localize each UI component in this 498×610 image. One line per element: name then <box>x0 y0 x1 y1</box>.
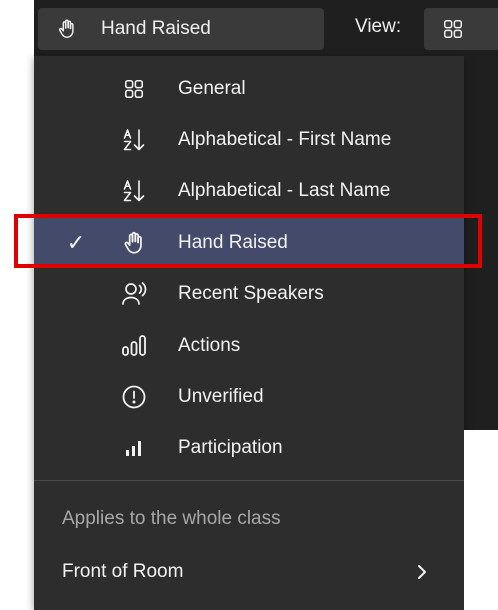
menu-item-unverified[interactable]: Unverified <box>34 372 464 422</box>
menu-item-hand-raised[interactable]: ✓ Hand Raised <box>34 218 464 268</box>
menu-item-participation[interactable]: Participation <box>34 423 464 473</box>
menu-item-label: Alphabetical - Last Name <box>178 180 391 201</box>
menu-item-label: Recent Speakers <box>178 283 324 304</box>
menu-item-label: Unverified <box>178 386 264 407</box>
menu-item-general[interactable]: General <box>34 64 464 114</box>
menu-item-front-of-room[interactable]: Front of Room <box>34 547 464 597</box>
alert-circle-icon <box>120 383 148 411</box>
menu-divider <box>34 480 464 481</box>
stage: Hand Raised View: General Alphabetical -… <box>0 0 498 610</box>
view-label: View: <box>355 16 402 37</box>
menu-item-label: Front of Room <box>62 561 184 582</box>
menu-item-label: Hand Raised <box>178 232 288 253</box>
background-panel <box>464 56 498 430</box>
hand-raised-icon <box>120 229 148 257</box>
menu-item-label: Alphabetical - First Name <box>178 129 392 150</box>
menu-item-alphabetical-last-name[interactable]: Alphabetical - Last Name <box>34 166 464 216</box>
sort-az-icon <box>120 177 148 205</box>
menu-item-label: Actions <box>178 335 241 356</box>
page-background <box>464 430 498 610</box>
hand-raised-icon <box>55 17 79 41</box>
sort-az-icon <box>120 126 148 154</box>
speaker-icon <box>120 280 148 308</box>
menu-item-alphabetical-first-name[interactable]: Alphabetical - First Name <box>34 115 464 165</box>
grid-icon <box>442 18 464 40</box>
sort-dropdown-label: Hand Raised <box>101 18 211 39</box>
grid-icon <box>120 75 148 103</box>
section-caption: Applies to the whole class <box>62 508 281 529</box>
bar-chart-icon <box>120 434 148 462</box>
actions-icon <box>120 332 148 360</box>
view-dropdown-button[interactable] <box>424 8 498 50</box>
sort-dropdown-button[interactable]: Hand Raised <box>38 8 324 50</box>
menu-item-label: General <box>178 78 246 99</box>
chevron-right-icon <box>412 562 432 582</box>
menu-item-actions[interactable]: Actions <box>34 321 464 371</box>
checkmark-icon: ✓ <box>66 230 86 255</box>
sort-menu: General Alphabetical - First Name Alphab… <box>34 56 464 610</box>
menu-item-label: Participation <box>178 437 283 458</box>
menu-item-recent-speakers[interactable]: Recent Speakers <box>34 269 464 319</box>
